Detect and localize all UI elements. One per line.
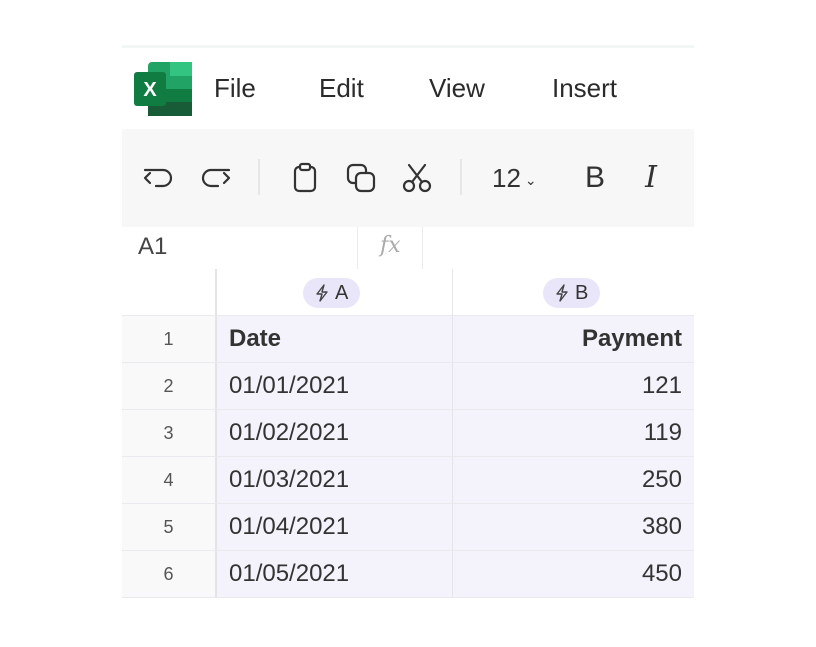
column-letter: B — [575, 282, 589, 304]
lightning-icon — [316, 284, 328, 302]
cell-b3[interactable]: 119 — [453, 410, 694, 456]
column-pill-a[interactable]: A — [303, 278, 361, 308]
menu-file[interactable]: File — [214, 73, 256, 104]
copy-icon[interactable] — [344, 161, 378, 195]
toolbar-divider — [258, 159, 260, 195]
cell-b5[interactable]: 380 — [453, 504, 694, 550]
font-size-value: 12 — [492, 163, 521, 193]
menu-bar: X File Edit View Insert — [122, 48, 694, 129]
table-row: 6 01/05/2021 450 — [122, 551, 694, 598]
table-row: 4 01/03/2021 250 — [122, 457, 694, 504]
table-row: 3 01/02/2021 119 — [122, 410, 694, 457]
cell-a3[interactable]: 01/02/2021 — [217, 410, 453, 456]
menu-edit[interactable]: Edit — [319, 73, 364, 104]
formula-input[interactable] — [432, 233, 682, 263]
font-size-select[interactable]: 12 ⌄ — [492, 163, 537, 194]
column-letter: A — [335, 282, 349, 304]
fx-icon[interactable]: fx — [380, 233, 401, 258]
row-header[interactable]: 5 — [122, 504, 217, 550]
cell-a2[interactable]: 01/01/2021 — [217, 363, 453, 409]
column-header-row: A B — [122, 269, 694, 316]
menu-view[interactable]: View — [429, 73, 485, 104]
table-row: 1 Date Payment — [122, 316, 694, 363]
spreadsheet-grid: A B 1 Date Payment 2 01/01/2021 121 3 01… — [122, 269, 694, 601]
table-row: 2 01/01/2021 121 — [122, 363, 694, 410]
row-header[interactable]: 2 — [122, 363, 217, 409]
formula-bar: A1 fx — [122, 227, 694, 270]
bold-icon[interactable]: B — [578, 161, 612, 195]
row-header[interactable]: 6 — [122, 551, 217, 597]
paste-icon[interactable] — [288, 161, 322, 195]
formula-bar-divider — [357, 227, 358, 269]
select-all-corner[interactable] — [122, 269, 217, 315]
cut-icon[interactable] — [400, 161, 434, 195]
column-pill-b[interactable]: B — [543, 278, 601, 308]
lightning-icon — [556, 284, 568, 302]
row-header[interactable]: 3 — [122, 410, 217, 456]
undo-icon[interactable] — [142, 161, 176, 195]
table-row: 5 01/04/2021 380 — [122, 504, 694, 551]
redo-icon[interactable] — [198, 161, 232, 195]
column-header-b[interactable]: B — [453, 269, 694, 315]
spreadsheet-app: X File Edit View Insert 12 ⌄ B I A1 fx A… — [122, 45, 694, 601]
cell-b6[interactable]: 450 — [453, 551, 694, 597]
name-box[interactable]: A1 — [138, 233, 167, 261]
chevron-down-icon: ⌄ — [524, 171, 537, 188]
italic-icon[interactable]: I — [634, 161, 668, 195]
logo-letter: X — [143, 79, 157, 101]
toolbar: 12 ⌄ B I — [122, 129, 694, 227]
row-header[interactable]: 1 — [122, 316, 217, 362]
formula-bar-divider — [422, 227, 423, 269]
row-header[interactable]: 4 — [122, 457, 217, 503]
cell-b4[interactable]: 250 — [453, 457, 694, 503]
cell-a5[interactable]: 01/04/2021 — [217, 504, 453, 550]
menu-insert[interactable]: Insert — [552, 73, 617, 104]
cell-a4[interactable]: 01/03/2021 — [217, 457, 453, 503]
excel-logo-icon: X — [134, 62, 194, 116]
column-header-a[interactable]: A — [217, 269, 453, 315]
toolbar-divider — [460, 159, 462, 195]
cell-b2[interactable]: 121 — [453, 363, 694, 409]
cell-a1[interactable]: Date — [217, 316, 453, 362]
cell-a6[interactable]: 01/05/2021 — [217, 551, 453, 597]
cell-b1[interactable]: Payment — [453, 316, 694, 362]
